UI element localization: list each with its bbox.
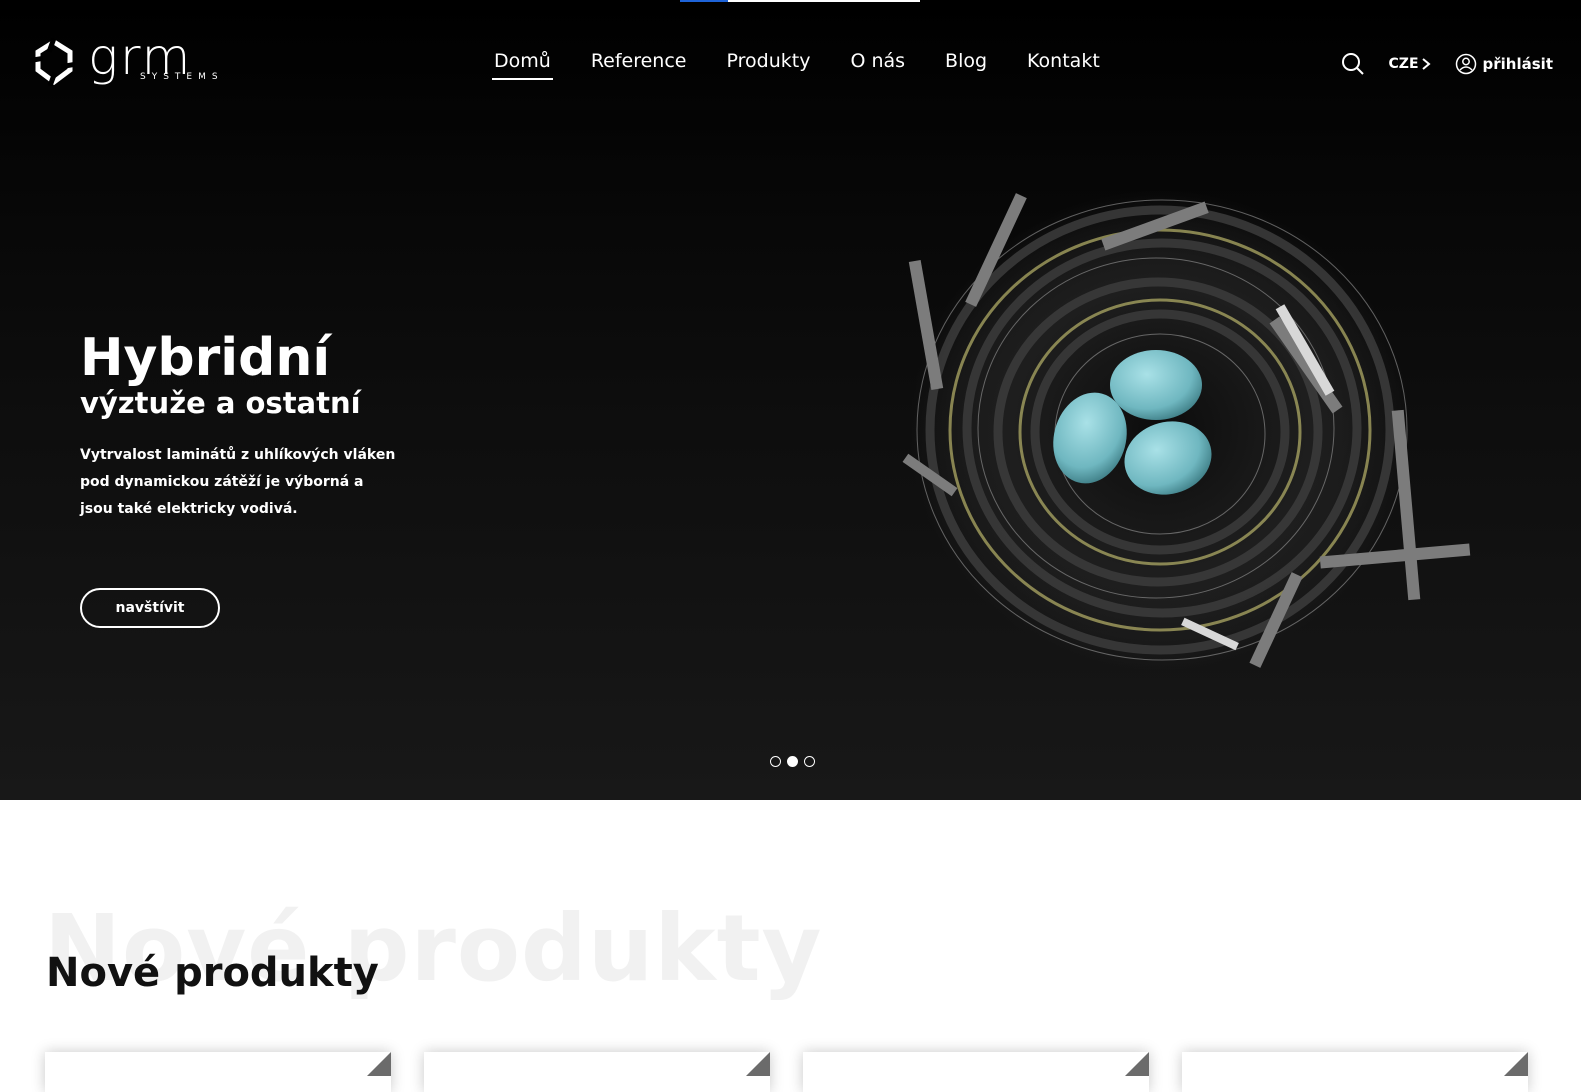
language-switch[interactable]: CZE — [1389, 56, 1431, 72]
visit-button[interactable]: navštívit — [80, 588, 220, 628]
hero-description: Vytrvalost laminátů z uhlíkových vláken … — [80, 447, 396, 517]
chevron-right-icon — [1421, 58, 1431, 70]
product-card[interactable] — [1182, 1052, 1528, 1092]
hero-subtitle: výztuže a ostatní — [80, 386, 361, 420]
search-icon[interactable] — [1341, 52, 1365, 76]
logo-icon — [30, 38, 76, 86]
nav-about[interactable]: O nás — [850, 50, 905, 78]
header-actions: CZE přihlásit — [1341, 52, 1553, 76]
product-image-corner — [1504, 1052, 1528, 1076]
hero-text: Hybridní výztuže a ostatní Vytrvalost la… — [80, 330, 440, 523]
slider-dot-1[interactable] — [770, 756, 781, 767]
slider-dot-2[interactable] — [787, 756, 798, 767]
logo-wordmark: grm SYSTEMS — [88, 32, 218, 82]
loading-progress-fill — [680, 0, 728, 2]
slider-dot-3[interactable] — [804, 756, 815, 767]
nav-contact[interactable]: Kontakt — [1027, 50, 1100, 78]
product-card[interactable] — [803, 1052, 1149, 1092]
language-label: CZE — [1388, 56, 1419, 72]
product-image-corner — [746, 1052, 770, 1076]
login-link[interactable]: přihlásit — [1455, 53, 1553, 75]
logo-subtitle: SYSTEMS — [140, 72, 224, 82]
product-card[interactable] — [45, 1052, 391, 1092]
nav-blog[interactable]: Blog — [945, 50, 987, 78]
carbon-nest-illustration — [902, 190, 1471, 670]
login-label: přihlásit — [1482, 55, 1553, 73]
section-title: Nové produkty — [46, 950, 379, 996]
product-card[interactable] — [424, 1052, 770, 1092]
hero-slider: grm SYSTEMS Domů Reference Produkty O ná… — [0, 0, 1581, 800]
hero-title: Hybridní — [80, 328, 331, 388]
loading-progress — [680, 0, 920, 2]
product-image-corner — [1125, 1052, 1149, 1076]
slider-dots — [770, 756, 815, 767]
logo[interactable]: grm SYSTEMS — [30, 32, 218, 88]
nav-reference[interactable]: Reference — [591, 50, 687, 78]
nav-products[interactable]: Produkty — [727, 50, 811, 78]
nav-home[interactable]: Domů — [492, 50, 553, 80]
user-circle-icon — [1455, 53, 1476, 75]
product-image-corner — [367, 1052, 391, 1076]
